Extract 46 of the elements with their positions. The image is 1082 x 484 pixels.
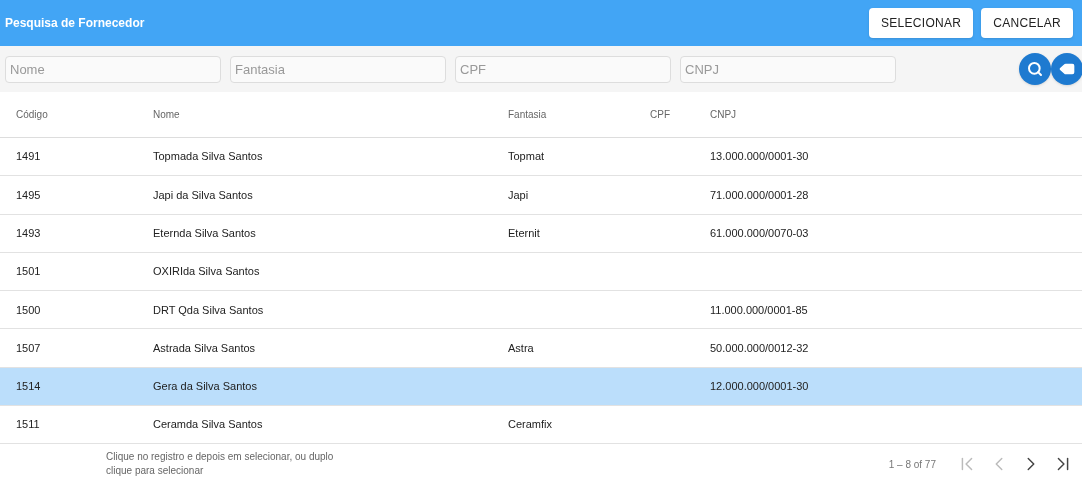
table-cell-text: 11.000.000/0001-85 bbox=[710, 302, 809, 318]
table-cell-text: 61.000.000/0070-03 bbox=[710, 226, 810, 241]
table-cell-text: 1507 bbox=[16, 340, 42, 356]
filter-field[interactable]: Nome bbox=[5, 55, 221, 83]
column-header: Nome bbox=[153, 108, 181, 122]
filter-field[interactable]: CNPJ bbox=[680, 55, 896, 83]
table-cell-text: 1511 bbox=[16, 417, 41, 433]
table-cell-text: Topmat bbox=[508, 149, 546, 165]
header-button[interactable]: CANCELAR bbox=[981, 8, 1073, 38]
search-button[interactable] bbox=[1019, 53, 1051, 85]
table-cell-text: 1514 bbox=[16, 379, 42, 395]
table-cell-text: 13.000.000/0001-30 bbox=[710, 149, 810, 165]
column-header: Código bbox=[16, 108, 49, 122]
table-cell-text: 1500 bbox=[16, 302, 42, 318]
table-cell-text: 71.000.000/0001-28 bbox=[710, 187, 810, 203]
filter-field[interactable]: Fantasia bbox=[230, 55, 446, 83]
table-cell-text: Astra bbox=[508, 340, 535, 356]
table-cell-text: 1495 bbox=[16, 187, 42, 203]
column-header: CNPJ bbox=[710, 108, 738, 122]
table-cell-text: 1491 bbox=[16, 149, 42, 165]
search-icon bbox=[1027, 61, 1043, 77]
window-title: Pesquisa de Fornecedor bbox=[5, 15, 146, 32]
header-button[interactable]: SELECIONAR bbox=[868, 8, 974, 38]
table-cell-text: 12.000.000/0001-30 bbox=[710, 379, 810, 395]
table-cell-text: Ceramda Silva Santos bbox=[153, 417, 264, 433]
table-cell-text: 1501 bbox=[16, 264, 42, 280]
table-cell-text: 50.000.000/0012-32 bbox=[710, 340, 810, 356]
column-header: CPF bbox=[650, 108, 671, 122]
backspace-icon bbox=[1059, 61, 1075, 77]
filter-field[interactable]: CPF bbox=[455, 55, 671, 83]
page-range: 1 – 8 of 77 bbox=[888, 457, 936, 472]
table-cell-text: Japi da Silva Santos bbox=[153, 187, 254, 203]
table-cell-text: Topmada Silva Santos bbox=[153, 149, 264, 165]
table-cell-text: Eternda Silva Santos bbox=[153, 226, 257, 241]
table-cell-text: Japi bbox=[508, 187, 530, 203]
table-cell-text: OXIRIda Silva Santos bbox=[153, 264, 261, 280]
table-cell-text: 1493 bbox=[16, 226, 42, 241]
column-header: Fantasia bbox=[508, 108, 548, 122]
table-cell-text: Astrada Silva Santos bbox=[153, 340, 257, 356]
hint-text: Clique no registro e depois em selecionar, ou duplo clique para selecionar bbox=[106, 450, 335, 479]
table-cell-text: Eternit bbox=[508, 226, 541, 241]
table-row[interactable]: 1514 Gera da Silva Santos 12.000.000/0001-30 bbox=[0, 367, 1082, 407]
table-cell-text: DRT Qda Silva Santos bbox=[153, 302, 265, 318]
table-cell-text: Gera da Silva Santos bbox=[153, 379, 258, 395]
clear-button[interactable] bbox=[1051, 53, 1082, 85]
table-cell-text: Ceramfix bbox=[508, 417, 553, 433]
